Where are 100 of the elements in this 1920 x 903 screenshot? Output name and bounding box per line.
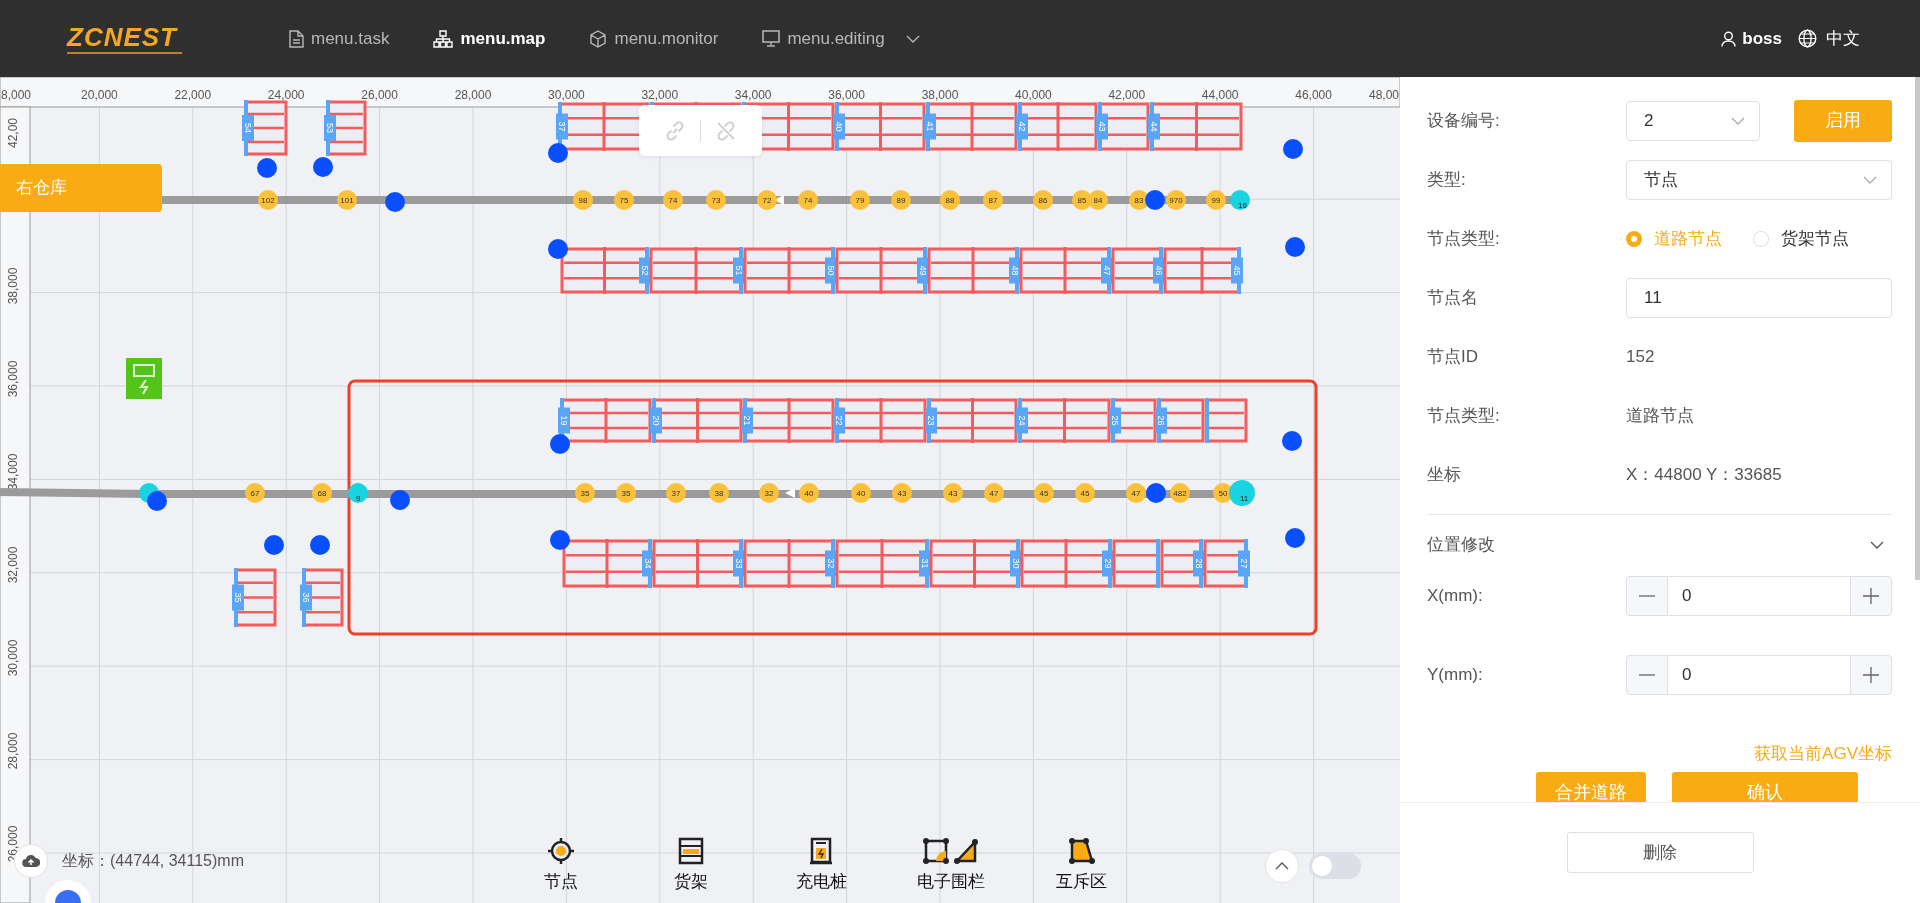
- waypoint-dot: [1145, 190, 1165, 210]
- rack-label: 41: [925, 121, 935, 132]
- shelf-rack: [302, 568, 344, 627]
- shelf-icon: [678, 837, 704, 865]
- floating-button[interactable]: [45, 880, 91, 903]
- tool-button[interactable]: 货架: [646, 837, 736, 895]
- tool-button[interactable]: 节点: [516, 837, 606, 895]
- ruler-label: 48,00: [1368, 88, 1399, 102]
- waypoint-dot: [147, 491, 167, 511]
- rack-tab: [558, 407, 570, 434]
- node-label: 72: [762, 196, 772, 205]
- rack-label: 37: [557, 121, 567, 132]
- ruler-label: 38,000: [6, 267, 20, 305]
- rack-tab: [1109, 407, 1121, 434]
- decrement-button[interactable]: [1626, 655, 1668, 695]
- increment-button[interactable]: [1850, 655, 1892, 695]
- increment-button[interactable]: [1850, 576, 1892, 616]
- menu-tab[interactable]: menu.monitor: [589, 25, 719, 52]
- rack-label: 21: [742, 415, 752, 426]
- node-label: 74: [803, 196, 813, 205]
- shelf-rack: [1205, 398, 1248, 443]
- chevron-down-icon: [1863, 175, 1877, 184]
- ruler-label: 8,000: [1, 88, 32, 102]
- waypoint-dot: [264, 535, 284, 555]
- field-label: 类型:: [1427, 168, 1467, 191]
- node-label: 87: [988, 196, 998, 205]
- chevron-down-icon[interactable]: [1870, 541, 1884, 549]
- ruler-label: 36,000: [828, 88, 865, 102]
- text-field[interactable]: 11: [1626, 277, 1892, 318]
- node-label: 86: [1038, 196, 1048, 205]
- rack-tab: [1010, 550, 1022, 577]
- field-value: 道路节点: [1626, 404, 1694, 427]
- rack-tab: [833, 113, 845, 140]
- logo: ZCNEST: [67, 23, 182, 54]
- node-label: 47: [1131, 489, 1141, 498]
- delete-button[interactable]: 删除: [1566, 832, 1754, 873]
- toggle-switch[interactable]: [1309, 853, 1361, 879]
- minus-icon: [1639, 674, 1655, 676]
- ruler-label: 30,000: [6, 639, 20, 677]
- field-label: X(mm):: [1427, 585, 1484, 608]
- node-label: 67: [250, 489, 260, 498]
- radio-option[interactable]: 货架节点: [1753, 225, 1849, 252]
- target-icon: [547, 837, 575, 865]
- ruler-label: 42,00: [6, 118, 20, 148]
- waypoint-dot: [390, 490, 410, 510]
- node-label: 45: [1039, 489, 1049, 498]
- node-label: 47: [989, 489, 999, 498]
- node-label: 482: [1173, 489, 1187, 498]
- field-label: Y(mm):: [1427, 664, 1484, 687]
- link-icon[interactable]: [664, 119, 686, 142]
- rack-tab: [1016, 113, 1028, 140]
- rack-tab: [919, 550, 931, 577]
- field-label: 设备编号:: [1427, 109, 1501, 132]
- waypoint-dot: [548, 143, 568, 163]
- rack-label: 44: [1149, 121, 1159, 132]
- tool-button[interactable]: 电子围栏: [906, 837, 996, 895]
- node-label: 40: [856, 489, 866, 498]
- rack-label: 42: [1017, 121, 1027, 132]
- number-field[interactable]: 0: [1668, 576, 1850, 616]
- rack-label: 26: [1156, 415, 1166, 426]
- ruler-label: 28,000: [454, 88, 492, 102]
- rack-label: 43: [1097, 121, 1107, 132]
- cloud-upload-icon: [22, 854, 40, 868]
- select-field[interactable]: 节点: [1626, 159, 1892, 200]
- select-field[interactable]: 2: [1626, 100, 1760, 141]
- shelf-rack: [326, 100, 367, 156]
- node-label: 32: [764, 489, 774, 498]
- waypoint-dot: [385, 192, 405, 212]
- rack-tab: [733, 257, 745, 284]
- node-label: 38: [714, 489, 724, 498]
- language-menu[interactable]: 中文: [1798, 25, 1860, 52]
- rack-tab: [733, 550, 745, 577]
- ruler-label: 46,000: [1295, 88, 1332, 102]
- rack-label: 30: [1011, 558, 1021, 569]
- unlink-icon[interactable]: [715, 119, 737, 142]
- plus-icon: [1863, 667, 1879, 683]
- rack-label: 28: [1194, 558, 1204, 569]
- monitor-icon: [762, 30, 781, 47]
- rack-label: 32: [826, 558, 836, 569]
- menu-tab[interactable]: menu.editing: [762, 25, 920, 52]
- user-menu[interactable]: boss: [1721, 25, 1782, 52]
- rack-label: 49: [918, 265, 928, 276]
- waypoint-dot: [1285, 237, 1305, 257]
- menu-tab[interactable]: menu.map: [433, 25, 546, 52]
- tool-button[interactable]: 充电桩: [776, 837, 866, 895]
- shelf-rack: [1157, 398, 1205, 443]
- ruler-label: 28,000: [6, 732, 20, 770]
- rack-label: 36: [301, 592, 311, 603]
- field-label: 节点名: [1427, 286, 1479, 309]
- rack-tab: [917, 257, 929, 284]
- rack-tab: [924, 113, 936, 140]
- decrement-button[interactable]: [1626, 576, 1668, 616]
- tool-button[interactable]: 互斥区: [1036, 837, 1126, 895]
- menu-tab[interactable]: menu.task: [289, 25, 390, 52]
- ruler-label: 42,000: [1108, 88, 1146, 102]
- section-title: 位置修改: [1427, 534, 1496, 557]
- sitemap-icon: [433, 29, 454, 48]
- collapse-button[interactable]: [1265, 849, 1299, 883]
- rack-label: 40: [834, 121, 844, 132]
- number-field[interactable]: 0: [1668, 655, 1850, 695]
